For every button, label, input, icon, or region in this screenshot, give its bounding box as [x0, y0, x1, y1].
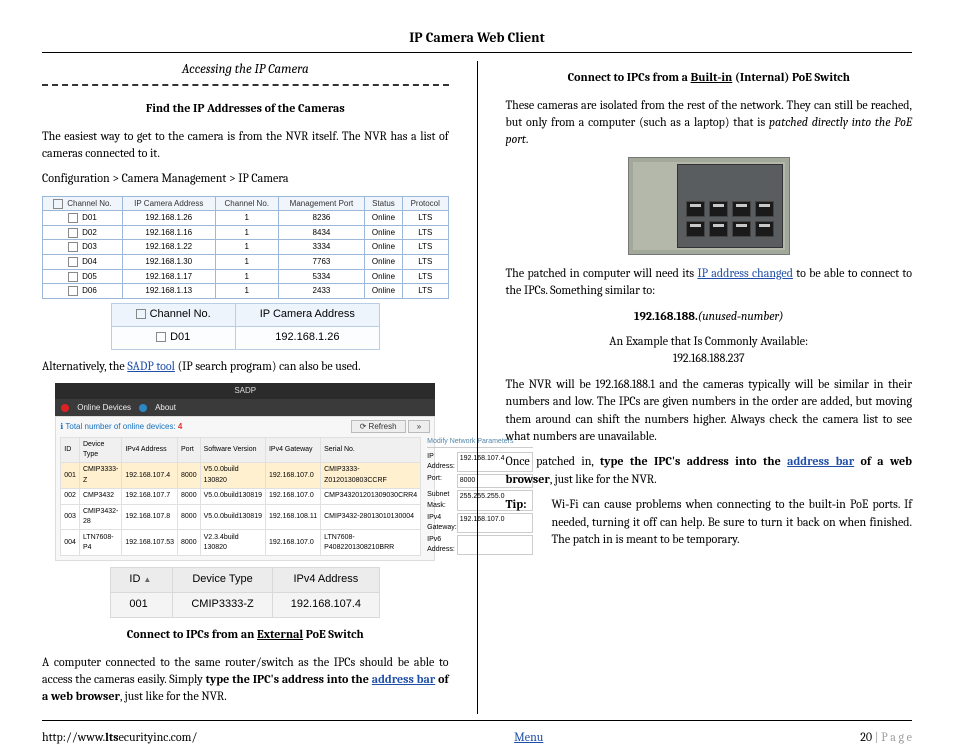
page-footer: http://www.ltsecurityinc.com/ Menu 20 | …	[42, 720, 912, 746]
record-icon	[61, 404, 69, 412]
address-bar-link-2[interactable]: address bar	[787, 454, 854, 468]
nav-path: Configuration > Camera Management > IP C…	[42, 170, 449, 187]
tip-block: Tip: Wi‑Fi can cause problems when conne…	[506, 496, 913, 548]
page-number: 20 | P a g e	[860, 729, 912, 746]
builtin-heading: Connect to IPCs from a Built‑in (Interna…	[506, 69, 913, 86]
info-icon	[139, 404, 147, 412]
intro-text: The easiest way to get to the camera is …	[42, 128, 449, 163]
external-text: A computer connected to the same router/…	[42, 654, 449, 706]
poe-switch-image	[628, 157, 790, 255]
sadp-screenshot: SADP Online Devices About ℹ Total number…	[55, 383, 435, 618]
address-bar-link[interactable]: address bar	[372, 672, 435, 686]
refresh-button[interactable]: ⟳ Refresh	[351, 420, 406, 433]
find-heading: Find the IP Addresses of the Cameras	[42, 100, 449, 117]
right-column: Connect to IPCs from a Built‑in (Interna…	[506, 61, 913, 713]
external-heading: Connect to IPCs from an External PoE Swi…	[42, 626, 449, 643]
sadp-link[interactable]: SADP tool	[127, 359, 175, 373]
collapse-button[interactable]: »	[408, 420, 430, 433]
ip-example: An Example that Is Commonly Available:19…	[506, 333, 913, 368]
once-patched: Once patched in, type the IPC's address …	[506, 453, 913, 488]
left-column: Accessing the IP Camera Find the IP Addr…	[42, 61, 449, 713]
footer-url: http://www.ltsecurityinc.com/	[42, 729, 197, 746]
ip-pattern: 192.168.188.(unused‑number)	[506, 308, 913, 325]
nvr-explain: The NVR will be 192.168.188.1 and the ca…	[506, 376, 913, 446]
camera-list-table: Channel No. IP Camera Address Channel No…	[42, 196, 449, 299]
patched-text: The patched in computer will need its IP…	[506, 265, 913, 300]
sadp-zoom: ID▲ Device Type IPv4 Address 001CMIP3333…	[110, 567, 380, 618]
column-divider	[477, 61, 478, 713]
accessing-heading: Accessing the IP Camera	[42, 61, 449, 86]
sadp-device-table: IDDevice TypeIPv4 AddressPortSoftware Ve…	[60, 437, 421, 556]
alt-text: Alternatively, the SADP tool (IP search …	[42, 358, 449, 375]
ip-change-link[interactable]: IP address changed	[697, 266, 793, 280]
camera-list-zoom: Channel No.IP Camera Address D01192.168.…	[111, 303, 380, 350]
isolated-text: These cameras are isolated from the rest…	[506, 97, 913, 149]
menu-link[interactable]: Menu	[514, 729, 543, 746]
page-title: IP Camera Web Client	[42, 28, 912, 53]
